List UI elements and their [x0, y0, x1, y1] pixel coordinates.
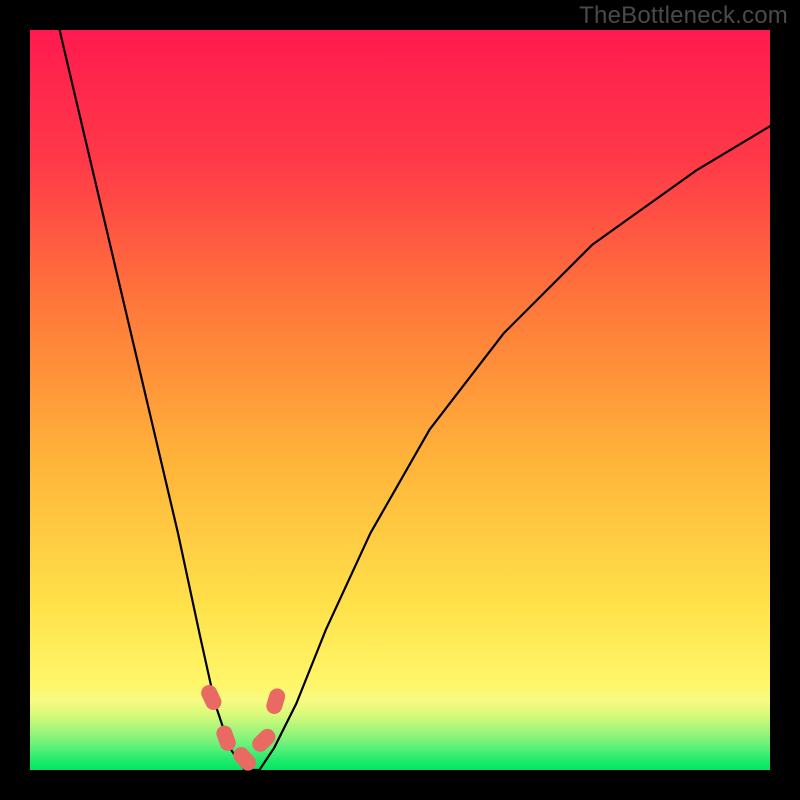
- plot-background: [30, 30, 770, 770]
- chart-svg: [0, 0, 800, 800]
- watermark-text: TheBottleneck.com: [579, 2, 788, 30]
- chart-frame: TheBottleneck.com: [0, 0, 800, 800]
